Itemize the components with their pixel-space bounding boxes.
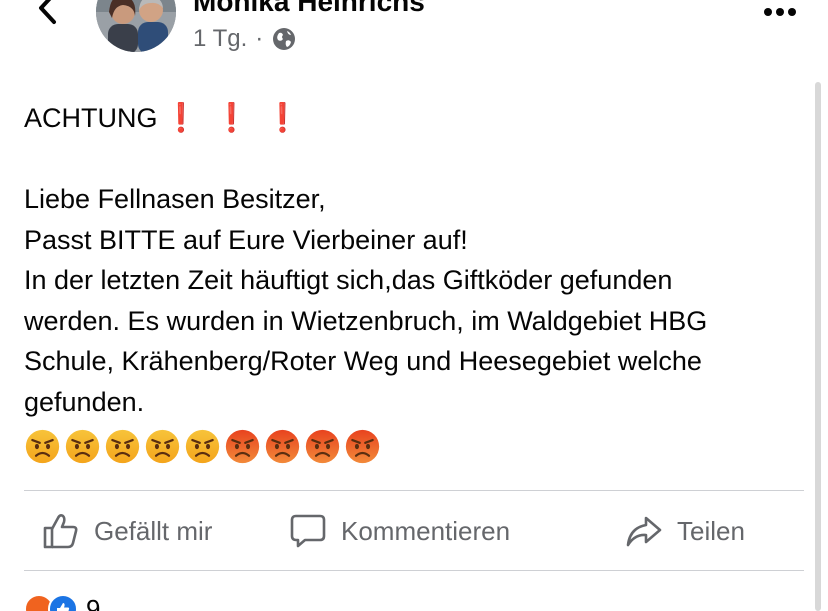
like-reaction-icon — [48, 594, 78, 611]
post-text-line: Liebe Fellnasen Besitzer, — [24, 184, 326, 214]
share-button[interactable]: Teilen — [625, 508, 745, 554]
exclamation-mark-icon: ❗ — [214, 102, 250, 133]
avatar-photo — [96, 0, 176, 52]
annoyed-face-emoji-icon — [25, 429, 60, 464]
divider — [24, 490, 804, 491]
thumbs-up-icon — [43, 514, 78, 549]
angry-face-emoji-icon — [225, 429, 260, 464]
post-text-line: gefunden. — [24, 386, 145, 417]
annoyed-face-emoji-icon — [65, 429, 100, 464]
chevron-left-icon — [39, 0, 56, 24]
share-icon — [626, 516, 662, 547]
emoji-row — [24, 428, 381, 465]
meta-separator: · — [255, 25, 264, 52]
post-text-line: Schule, Krähenberg/Roter Weg und Heesege… — [24, 346, 702, 376]
reactions-summary[interactable]: 9 — [24, 594, 100, 611]
globe-icon — [271, 26, 297, 52]
comment-icon — [290, 514, 326, 548]
more-options-icon — [764, 8, 796, 16]
like-button[interactable]: Gefällt mir — [42, 508, 212, 554]
angry-face-emoji-icon — [345, 429, 380, 464]
annoyed-face-emoji-icon — [145, 429, 180, 464]
reaction-count: 9 — [86, 593, 101, 611]
post-headline-line: ACHTUNG ❗ ❗ ❗ — [24, 98, 809, 139]
comment-label: Kommentieren — [341, 515, 511, 546]
back-button[interactable] — [30, 0, 66, 28]
angry-face-emoji-icon — [305, 429, 340, 464]
post-text-line: werden. Es wurden in Wietzenbruch, im Wa… — [24, 305, 708, 336]
avatar[interactable] — [96, 0, 176, 52]
post-meta: 1 Tg. · — [193, 25, 297, 53]
post-text-line: In der letzten Zeit häuftigt sich,das Gi… — [24, 265, 673, 295]
post-body: ACHTUNG ❗ ❗ ❗ Liebe Fellnasen Besitzer, Pas… — [24, 98, 809, 422]
post-headline: ACHTUNG — [24, 103, 158, 133]
share-label: Teilen — [677, 515, 745, 546]
post-timestamp[interactable]: 1 Tg. — [193, 25, 247, 53]
annoyed-face-emoji-icon — [105, 429, 140, 464]
angry-face-emoji-icon — [265, 429, 300, 464]
author-name[interactable]: Monika Heinrichs — [193, 0, 425, 18]
comment-button[interactable]: Kommentieren — [289, 508, 510, 554]
scrollbar[interactable] — [815, 82, 821, 611]
divider — [24, 570, 804, 571]
exclamation-mark-icon: ❗ — [163, 102, 199, 133]
more-options-button[interactable] — [760, 2, 800, 22]
post-view: Monika Heinrichs 1 Tg. · ACHTUNG ❗ ❗ ❗ Lieb… — [0, 0, 828, 611]
exclamation-mark-icon: ❗ — [265, 102, 301, 133]
like-label: Gefällt mir — [94, 515, 213, 546]
post-text-line: Passt BITTE auf Eure Vierbeiner auf! — [24, 224, 468, 255]
annoyed-face-emoji-icon — [185, 429, 220, 464]
